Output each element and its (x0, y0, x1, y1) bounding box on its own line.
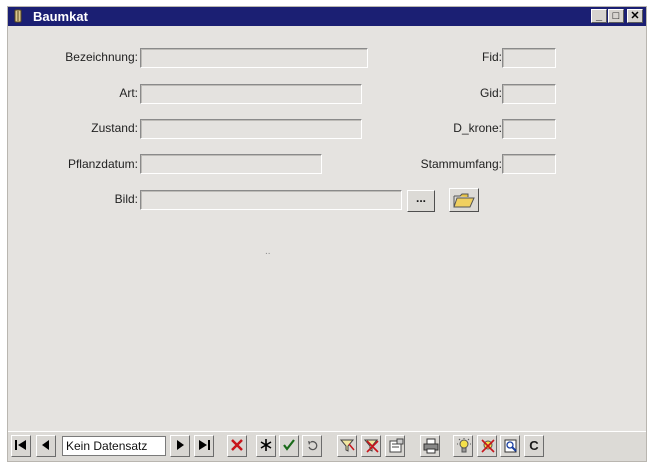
lightbulb-icon (457, 438, 471, 453)
delete-icon (231, 439, 243, 451)
record-position-field[interactable]: Kein Datensatz (62, 436, 166, 456)
save-record-button[interactable] (279, 435, 299, 457)
art-select[interactable] (140, 84, 362, 104)
last-record-button[interactable] (194, 435, 214, 457)
baumkat-window: Baumkat _ □ ✕ Bezeichnung: Art: Zustand:… (7, 6, 647, 462)
zustand-select[interactable] (140, 119, 362, 139)
new-record-button[interactable] (256, 435, 276, 457)
browse-button[interactable]: ... (407, 190, 435, 212)
delete-record-button[interactable] (227, 435, 247, 457)
maximize-button[interactable]: □ (608, 9, 624, 23)
next-record-icon (177, 440, 184, 450)
checkmark-icon (283, 439, 295, 451)
bild-field[interactable] (140, 190, 402, 210)
bild-label: Bild: (114, 192, 138, 206)
filter-icon (340, 439, 355, 452)
zoom-preview-button[interactable] (500, 435, 520, 457)
remove-filter-icon (364, 439, 379, 453)
undo-button[interactable] (302, 435, 322, 457)
gid-field[interactable] (502, 84, 556, 104)
close-button[interactable]: ✕ (627, 9, 643, 23)
window-title: Baumkat (33, 9, 88, 24)
fid-label: Fid: (481, 50, 502, 64)
properties-button[interactable] (385, 435, 405, 457)
fid-field[interactable] (502, 48, 556, 68)
placeholder-dots: .. (265, 246, 271, 257)
remove-filter-button[interactable] (361, 435, 381, 457)
d-krone-label: D_krone: (453, 121, 502, 135)
d-krone-field[interactable] (502, 119, 556, 139)
art-label: Art: (119, 86, 138, 100)
app-icon (13, 9, 23, 23)
title-bar[interactable]: Baumkat _ □ ✕ (8, 7, 646, 26)
pflanzdatum-field[interactable] (140, 154, 322, 174)
c-button[interactable]: C (524, 435, 544, 457)
stammumfang-label: Stammumfang: (420, 157, 502, 171)
print-button[interactable] (420, 435, 440, 457)
last-record-icon (199, 440, 210, 450)
bezeichnung-label: Bezeichnung: (65, 50, 138, 64)
asterisk-icon (260, 439, 272, 451)
properties-icon (389, 438, 404, 453)
pflanzdatum-label: Pflanzdatum: (67, 157, 138, 171)
magnifier-icon (504, 439, 517, 453)
first-record-icon (15, 440, 26, 450)
previous-record-icon (42, 440, 49, 450)
undo-icon (308, 440, 318, 451)
first-record-button[interactable] (11, 435, 31, 457)
filter-button[interactable] (337, 435, 357, 457)
clear-highlight-icon (481, 439, 495, 453)
record-toolbar: Kein Datensatz C (8, 431, 646, 461)
minimize-button[interactable]: _ (591, 9, 607, 23)
open-folder-button[interactable] (449, 188, 479, 212)
highlight-button[interactable] (453, 435, 473, 457)
clear-highlight-button[interactable] (477, 435, 497, 457)
previous-record-button[interactable] (36, 435, 56, 457)
printer-icon (423, 438, 439, 454)
stammumfang-field[interactable] (502, 154, 556, 174)
bezeichnung-field[interactable] (140, 48, 368, 68)
gid-label: Gid: (479, 86, 502, 100)
zustand-label: Zustand: (91, 121, 138, 135)
next-record-button[interactable] (170, 435, 190, 457)
